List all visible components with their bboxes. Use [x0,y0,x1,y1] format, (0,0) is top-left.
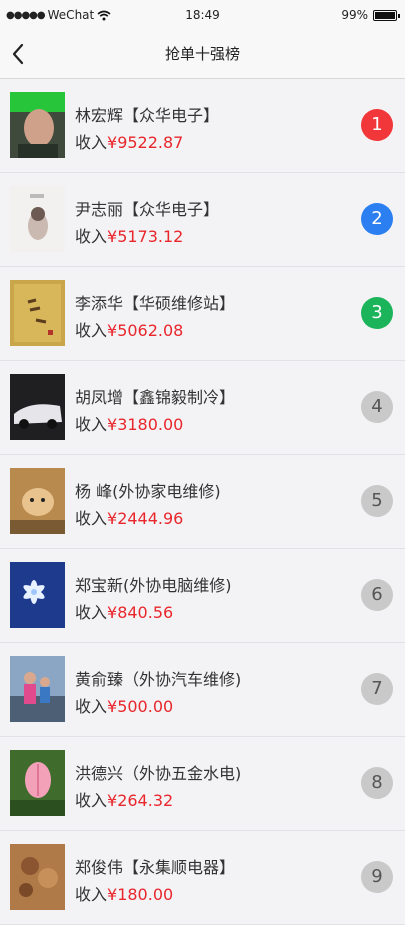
list-item[interactable]: 林宏辉【众华电子】 收入¥9522.87 1 [0,79,405,173]
rank-badge: 6 [361,579,393,611]
battery-icon [373,9,400,21]
worker-name: 黄俞臻（外协汽车维修) [75,670,242,689]
income-amount: ¥2444.96 [107,509,184,528]
income-amount: ¥3180.00 [107,415,184,434]
income-amount: ¥9522.87 [107,133,184,152]
rank-badge: 9 [361,861,393,893]
income: 收入¥2444.96 [75,505,183,529]
income-label: 收入 [75,133,108,152]
worker-name: 郑宝新(外协电脑维修) [75,576,232,595]
rank-badge: 7 [361,673,393,705]
avatar [10,280,65,346]
worker-name: 李添华【华硕维修站】 [75,294,236,313]
rank-badge: 2 [361,203,393,235]
battery-group: 99% [341,8,400,22]
worker-name: 杨 峰(外协家电维修) [75,482,221,501]
status-bar: ●●●●● WeChat 18:49 99% [0,0,405,30]
rank-badge: 5 [361,485,393,517]
worker-name: 洪德兴（外协五金水电) [75,764,242,783]
rank-badge: 1 [361,109,393,141]
income: 收入¥180.00 [75,881,173,905]
battery-percent: 99% [341,8,368,22]
rank-badge: 4 [361,391,393,423]
income-label: 收入 [75,791,108,810]
income-label: 收入 [75,509,108,528]
income-label: 收入 [75,415,108,434]
income-amount: ¥5173.12 [107,227,184,246]
list-item[interactable]: 黄俞臻（外协汽车维修) 收入¥500.00 7 [0,643,405,737]
income-amount: ¥180.00 [107,885,174,904]
avatar [10,844,65,910]
avatar [10,374,65,440]
rank-badge: 8 [361,767,393,799]
income-amount: ¥840.56 [107,603,174,622]
page-title: 抢单十强榜 [164,45,240,63]
list-item[interactable]: 郑宝新(外协电脑维修) 收入¥840.56 6 [0,549,405,643]
income-amount: ¥264.32 [107,791,174,810]
leaderboard-list: 林宏辉【众华电子】 收入¥9522.87 1 尹志丽【众华电子】 收入¥5173… [0,79,405,925]
income: 收入¥5062.08 [75,317,183,341]
income-label: 收入 [75,227,108,246]
navigation-bar: 抢单十强榜 [0,30,405,79]
income: 收入¥264.32 [75,787,173,811]
rank-badge: 3 [361,297,393,329]
list-item[interactable]: 胡凤增【鑫锦毅制冷】 收入¥3180.00 4 [0,361,405,455]
income-label: 收入 [75,697,108,716]
avatar [10,656,65,722]
income: 收入¥3180.00 [75,411,183,435]
avatar [10,750,65,816]
avatar [10,186,65,252]
income-label: 收入 [75,321,108,340]
avatar [10,92,65,158]
list-item[interactable]: 尹志丽【众华电子】 收入¥5173.12 2 [0,173,405,267]
income-label: 收入 [75,603,108,622]
income: 收入¥840.56 [75,599,173,623]
worker-name: 胡凤增【鑫锦毅制冷】 [75,388,236,407]
list-item[interactable]: 洪德兴（外协五金水电) 收入¥264.32 8 [0,737,405,831]
list-item[interactable]: 郑俊伟【永集顺电器】 收入¥180.00 9 [0,831,405,925]
income-label: 收入 [75,885,108,904]
list-item[interactable]: 李添华【华硕维修站】 收入¥5062.08 3 [0,267,405,361]
list-item[interactable]: 杨 峰(外协家电维修) 收入¥2444.96 5 [0,455,405,549]
income: 收入¥5173.12 [75,223,183,247]
avatar [10,562,65,628]
income: 收入¥9522.87 [75,129,183,153]
worker-name: 郑俊伟【永集顺电器】 [75,858,236,877]
avatar [10,468,65,534]
income-amount: ¥5062.08 [107,321,184,340]
worker-name: 尹志丽【众华电子】 [75,200,220,219]
worker-name: 林宏辉【众华电子】 [75,106,220,125]
income-amount: ¥500.00 [107,697,174,716]
income: 收入¥500.00 [75,693,173,717]
